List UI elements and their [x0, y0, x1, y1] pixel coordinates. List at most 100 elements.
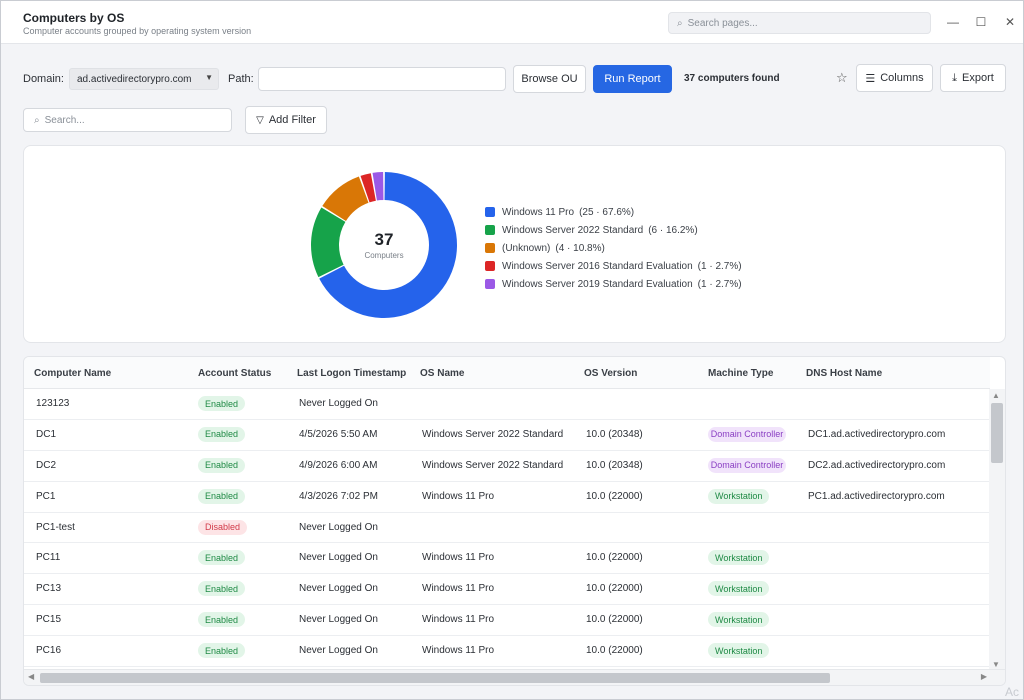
- search-input[interactable]: ⌕ Search...: [23, 108, 232, 132]
- run-report-label: Run Report: [604, 73, 661, 85]
- donut-chart: 37 Computers: [310, 171, 458, 319]
- computer-name-cell: 123123: [36, 398, 70, 409]
- os-name-cell: Windows 11 Pro: [422, 490, 495, 502]
- os-name-cell: Windows 11 Pro: [422, 552, 495, 564]
- computer-name-cell: DC1: [36, 428, 57, 440]
- columns-icon: ☰: [865, 72, 876, 85]
- export-button[interactable]: ⤓ Export: [940, 64, 1006, 92]
- dns-host-name-cell: PC1.ad.activedirectorypro.com: [808, 490, 945, 502]
- column-header[interactable]: Account Status: [198, 368, 271, 379]
- page-subtitle: Computer accounts grouped by operating s…: [23, 26, 252, 36]
- last-logon-cell: Never Logged On: [299, 645, 378, 657]
- activation-watermark: Ac: [1005, 685, 1020, 699]
- os-version-cell: 10.0 (22000): [586, 552, 643, 564]
- legend-item[interactable]: Windows Server 2016 Standard Evaluation (…: [485, 257, 742, 275]
- close-button[interactable]: ✕: [1002, 14, 1018, 30]
- computer-name-cell: PC1-test: [36, 521, 75, 533]
- status-badge: Enabled: [198, 643, 246, 659]
- machine-type-badge: Workstation: [708, 612, 770, 628]
- legend-detail: (1 · 2.7%): [697, 278, 742, 290]
- computer-name-cell: PC11: [36, 552, 61, 564]
- run-report-button[interactable]: Run Report: [593, 65, 672, 93]
- add-filter-button[interactable]: ▽ Add Filter: [245, 106, 327, 134]
- table-row[interactable]: PC16 Enabled Never Logged On Windows 11 Pro…: [24, 636, 990, 668]
- legend-item[interactable]: Windows Server 2019 Standard Evaluation (…: [485, 275, 742, 293]
- maximize-button[interactable]: ☐: [973, 14, 989, 30]
- horizontal-scroll-thumb[interactable]: [40, 673, 830, 683]
- domain-select-value: ad.activedirectorypro.com: [77, 73, 192, 85]
- browse-ou-button[interactable]: Browse OU: [513, 65, 586, 93]
- legend-label: Windows 11 Pro: [502, 206, 575, 218]
- minimize-button[interactable]: —: [945, 14, 961, 30]
- column-header[interactable]: Machine Type: [708, 368, 773, 379]
- column-header[interactable]: OS Version: [584, 368, 637, 379]
- search-icon: ⌕: [34, 114, 40, 126]
- legend-item[interactable]: Windows 11 Pro (25 · 67.6%): [485, 203, 742, 221]
- computer-name-cell: PC13: [36, 583, 62, 595]
- domain-label: Domain:: [23, 73, 64, 85]
- last-logon-cell: Never Logged On: [299, 521, 378, 533]
- os-version-cell: 10.0 (20348): [586, 428, 643, 440]
- status-badge: Enabled: [198, 581, 246, 597]
- table-header: Computer Name Account Status Last Logon …: [24, 357, 990, 389]
- last-logon-cell: 4/3/2026 7:02 PM: [299, 490, 378, 502]
- table-row[interactable]: DC1 Enabled 4/5/2026 5:50 AM Windows Server…: [24, 420, 990, 451]
- donut-total: 37: [374, 230, 394, 249]
- last-logon-cell: Never Logged On: [299, 583, 378, 595]
- download-icon: ⤓: [952, 71, 958, 84]
- table-body: 123123 Enabled Never Logged On DC1 Enabled 4/…: [24, 389, 990, 668]
- scroll-right-icon[interactable]: ▶: [981, 672, 987, 681]
- table-row[interactable]: DC2 Enabled 4/9/2026 6:00 AM Windows Server…: [24, 451, 990, 482]
- legend-detail: (1 · 2.7%): [697, 260, 742, 272]
- table-row[interactable]: PC1 Enabled 4/3/2026 7:02 PM Windows 11 Pro…: [24, 482, 990, 513]
- legend-swatch: [485, 243, 495, 253]
- donut-center: 37 Computers: [310, 171, 458, 319]
- os-version-cell: 10.0 (20348): [586, 459, 643, 471]
- os-version-cell: 10.0 (22000): [586, 645, 643, 657]
- legend-swatch: [485, 261, 495, 271]
- table-row[interactable]: PC15 Enabled Never Logged On Windows 11 Pro…: [24, 605, 990, 637]
- last-logon-cell: 4/5/2026 5:50 AM: [299, 428, 378, 440]
- columns-button[interactable]: ☰ Columns: [856, 64, 933, 92]
- scroll-up-icon[interactable]: ▲: [992, 391, 1000, 400]
- legend-detail: (6 · 16.2%): [648, 224, 698, 236]
- page-search-input[interactable]: ⌕ Search pages...: [668, 12, 931, 34]
- legend-item[interactable]: (Unknown) (4 · 10.8%): [485, 239, 742, 257]
- page-search-placeholder: Search pages...: [687, 17, 758, 29]
- machine-type-badge: Workstation: [708, 550, 770, 566]
- donut-caption: Computers: [364, 251, 404, 260]
- table-row[interactable]: PC13 Enabled Never Logged On Windows 11 Pro…: [24, 574, 990, 606]
- vertical-scroll-thumb[interactable]: [991, 403, 1003, 463]
- search-placeholder: Search...: [44, 114, 85, 126]
- domain-select[interactable]: ad.activedirectorypro.com ▼: [69, 68, 219, 90]
- path-input[interactable]: [258, 67, 506, 91]
- add-filter-label: Add Filter: [268, 114, 316, 126]
- column-header[interactable]: Last Logon Timestamp: [297, 368, 406, 379]
- status-badge: Enabled: [198, 457, 246, 473]
- table-row[interactable]: 123123 Enabled Never Logged On: [24, 389, 990, 420]
- chart-card: 37 Computers Windows 11 Pro (25 · 67.6%) W…: [23, 145, 1006, 343]
- title-bar: Computers by OS Computer accounts groupe…: [1, 1, 1023, 44]
- column-header[interactable]: DNS Host Name: [806, 368, 882, 379]
- filter-icon: ▽: [256, 114, 264, 126]
- scroll-left-icon[interactable]: ◀: [28, 672, 34, 681]
- last-logon-cell: Never Logged On: [299, 614, 378, 626]
- table-row[interactable]: PC11 Enabled Never Logged On Windows 11 Pro…: [24, 543, 990, 575]
- os-name-cell: Windows 11 Pro: [422, 645, 495, 657]
- legend-item[interactable]: Windows Server 2022 Standard (6 · 16.2%): [485, 221, 742, 239]
- os-name-cell: Windows 11 Pro: [422, 583, 495, 595]
- computer-name-cell: DC2: [36, 459, 57, 471]
- horizontal-scrollbar[interactable]: ◀ ▶: [24, 669, 1005, 685]
- vertical-scrollbar[interactable]: ▲ ▼: [989, 389, 1005, 671]
- star-icon[interactable]: ☆: [836, 70, 848, 86]
- column-header[interactable]: Computer Name: [34, 368, 111, 379]
- table-row[interactable]: PC1-test Disabled Never Logged On: [24, 513, 990, 544]
- status-badge: Enabled: [198, 396, 246, 411]
- page-title: Computers by OS: [23, 11, 125, 25]
- legend-swatch: [485, 279, 495, 289]
- column-header[interactable]: OS Name: [420, 368, 464, 379]
- search-icon: ⌕: [677, 17, 683, 29]
- scroll-down-icon[interactable]: ▼: [992, 660, 1000, 669]
- legend-label: Windows Server 2016 Standard Evaluation: [502, 260, 693, 272]
- last-logon-cell: Never Logged On: [299, 398, 378, 409]
